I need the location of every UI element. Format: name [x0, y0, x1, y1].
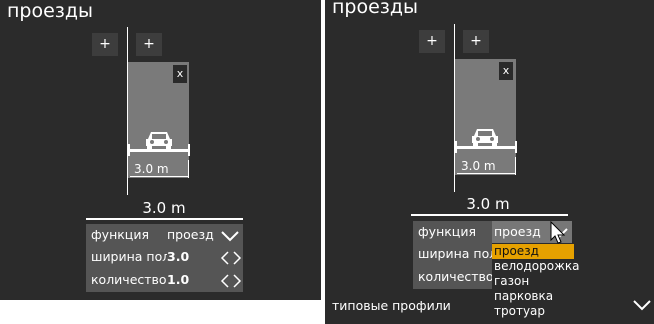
dropdown-option[interactable]: тротуар — [492, 304, 574, 319]
lane-width-value[interactable]: 3.0 — [167, 249, 189, 264]
left-panel: проезды + + x 3.0 m 3.0 m функция проезд… — [0, 0, 321, 300]
add-lane-left-button[interactable]: + — [92, 33, 118, 56]
car-icon — [472, 129, 498, 146]
dimension-tick-left — [455, 141, 457, 153]
dimension-tick-right — [188, 144, 190, 156]
right-panel: проезды + + x 3.0 m 3.0 m функция ширина… — [325, 0, 654, 324]
car-icon — [146, 132, 172, 149]
lane-width-tick — [515, 157, 516, 175]
dropdown-option[interactable]: проезд — [492, 244, 574, 259]
lane-count-value[interactable]: 1.0 — [167, 272, 189, 287]
lane-width-tick — [188, 160, 189, 178]
dropdown-option[interactable]: газон — [492, 274, 574, 289]
lane-width-label: 3.0 m — [461, 159, 496, 173]
function-select[interactable]: проезд — [167, 227, 214, 242]
dimension-tick-left — [128, 144, 130, 156]
chevron-left-right-icon[interactable] — [220, 251, 242, 265]
chevron-down-icon[interactable] — [220, 230, 240, 242]
lane-properties-panel: функция проезд ширина полосы 3.0 количес… — [86, 224, 243, 292]
lane-width-underline — [457, 173, 515, 174]
function-select-value: проезд — [494, 224, 541, 239]
width-row: ширина полосы 3.0 — [86, 246, 243, 268]
total-width-line — [411, 214, 568, 216]
add-lane-left-button[interactable]: + — [419, 30, 445, 53]
close-icon[interactable]: x — [173, 65, 187, 83]
total-width-label: 3.0 m — [466, 195, 510, 213]
function-dropdown: проезд велодорожка газон парковка тротуа… — [492, 243, 579, 320]
typical-profiles-label[interactable]: типовые профили — [332, 298, 451, 313]
count-row: количество полос 1.0 — [86, 269, 243, 291]
chevron-down-icon[interactable] — [632, 299, 652, 311]
dropdown-option[interactable]: велодорожка — [492, 259, 579, 274]
lane-dimension-line — [128, 149, 190, 152]
add-lane-right-button[interactable]: + — [463, 30, 489, 53]
dropdown-option[interactable]: парковка — [492, 289, 574, 304]
lane-count-prop-label: количество полос — [91, 272, 167, 287]
lane-width-underline — [130, 176, 188, 177]
dimension-tick-right — [515, 141, 517, 153]
total-width-line — [86, 218, 243, 220]
cursor-icon — [550, 221, 566, 244]
add-lane-right-button[interactable]: + — [136, 33, 162, 56]
function-label: функция — [418, 224, 476, 239]
function-label: функция — [91, 227, 149, 242]
lane-width-label: 3.0 m — [134, 162, 169, 176]
lane-width-prop-label: ширина полосы — [418, 246, 494, 261]
total-width-label: 3.0 m — [142, 199, 186, 217]
lane-width-prop-label: ширина полосы — [91, 249, 167, 264]
close-icon[interactable]: x — [499, 62, 513, 80]
page-title: проезды — [332, 0, 419, 18]
function-row: функция проезд — [86, 224, 243, 246]
lane-count-prop-label: количество полос — [418, 269, 494, 284]
page-title: проезды — [7, 0, 94, 22]
chevron-left-right-icon[interactable] — [220, 274, 242, 288]
lane-dimension-line — [455, 146, 517, 149]
